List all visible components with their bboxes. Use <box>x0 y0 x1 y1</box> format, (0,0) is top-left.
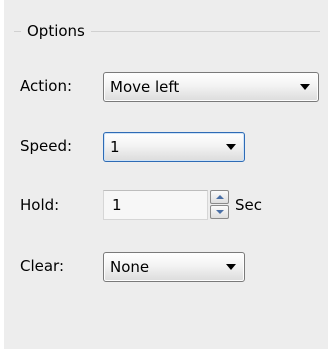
hold-input-value: 1 <box>112 196 122 214</box>
hold-spinner <box>210 190 229 220</box>
hold-input[interactable]: 1 <box>103 190 208 220</box>
clear-dropdown[interactable]: None <box>103 252 245 282</box>
hold-unit-label: Sec <box>235 196 262 214</box>
options-panel: Options Action: Move left Speed: 1 Hold:… <box>4 0 328 349</box>
action-dropdown-value: Move left <box>110 78 180 96</box>
hold-decrement-button[interactable] <box>210 205 229 219</box>
hold-increment-button[interactable] <box>210 190 229 204</box>
speed-label: Speed: <box>20 137 73 155</box>
speed-dropdown-value: 1 <box>110 138 120 156</box>
chevron-down-icon <box>300 84 310 90</box>
hold-label: Hold: <box>20 196 60 214</box>
speed-dropdown[interactable]: 1 <box>103 132 245 162</box>
options-group-title: Options <box>21 20 91 42</box>
clear-dropdown-value: None <box>110 258 150 276</box>
arrow-down-icon <box>216 210 224 214</box>
action-dropdown[interactable]: Move left <box>103 72 319 102</box>
arrow-up-icon <box>216 195 224 199</box>
action-label: Action: <box>20 77 73 95</box>
clear-label: Clear: <box>20 257 65 275</box>
chevron-down-icon <box>226 144 236 150</box>
chevron-down-icon <box>226 264 236 270</box>
